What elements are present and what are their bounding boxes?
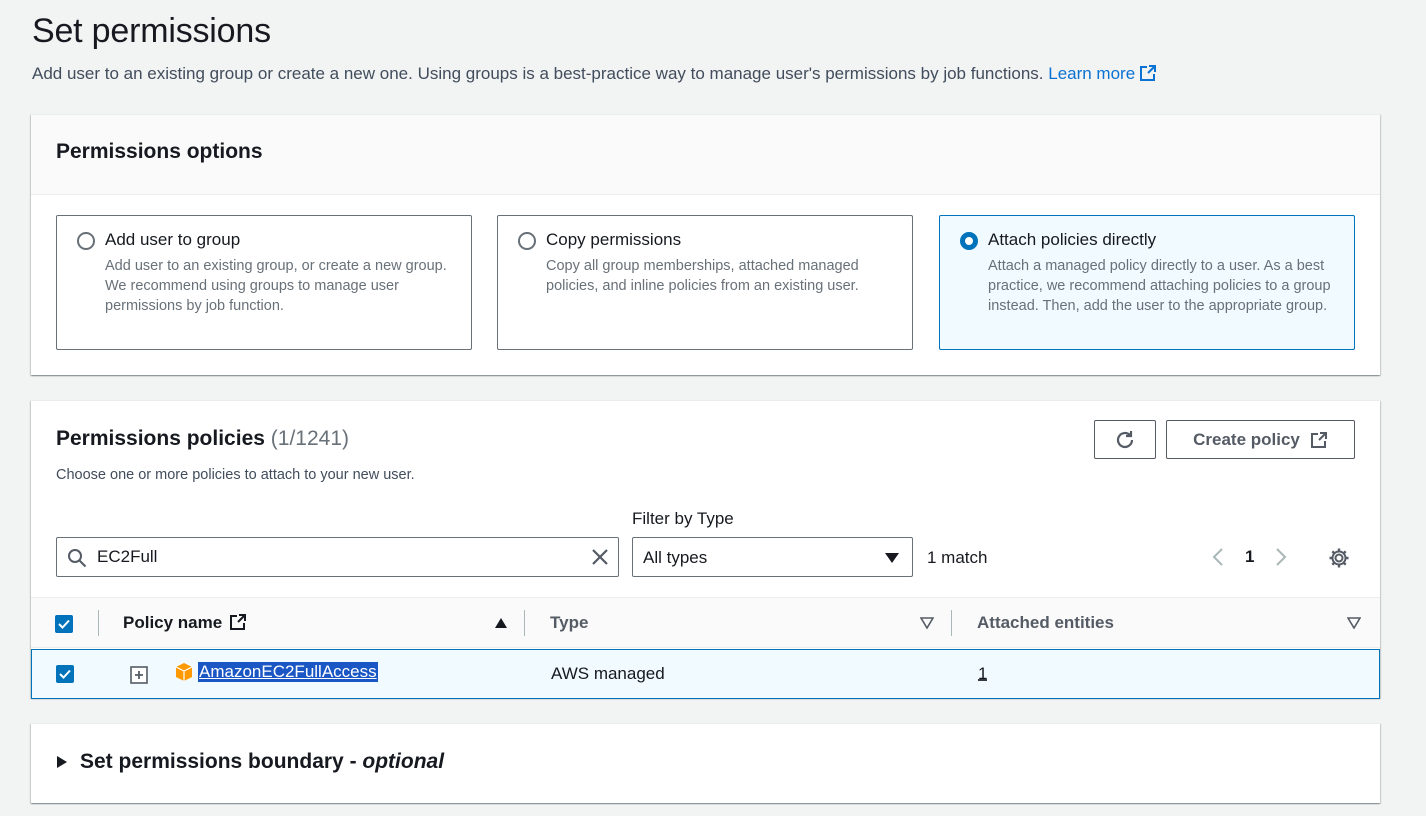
create-policy-label: Create policy: [1193, 429, 1300, 449]
option-add-user-to-group[interactable]: Add user to group Add user to an existin…: [56, 215, 472, 350]
sort-icon[interactable]: [920, 617, 934, 629]
radio-copy-permissions[interactable]: [518, 232, 536, 250]
filter-by-type-label: Filter by Type: [632, 509, 734, 528]
pagination: 1: [1211, 547, 1288, 567]
option-description: Add user to an existing group, or create…: [105, 258, 447, 314]
option-copy-permissions[interactable]: Copy permissions Copy all group membersh…: [497, 215, 913, 350]
permissions-options-panel: Permissions options Add user to group Ad…: [31, 114, 1380, 375]
column-divider: [98, 610, 99, 636]
external-link-icon: [1140, 65, 1157, 81]
page-number[interactable]: 1: [1245, 547, 1254, 567]
sort-icon[interactable]: [1347, 617, 1361, 629]
external-link-icon: [229, 614, 246, 630]
option-label: Copy permissions: [546, 230, 682, 249]
radio-attach-policies-directly[interactable]: [960, 232, 978, 250]
radio-add-user-to-group[interactable]: [77, 232, 95, 250]
policy-table-header: Policy name Type Attached entities: [31, 597, 1380, 648]
permissions-boundary-toggle[interactable]: Set permissions boundary - optional: [56, 750, 444, 774]
permissions-policies-panel: Permissions policies (1/1241) Choose one…: [31, 400, 1380, 699]
column-policy-name[interactable]: Policy name: [123, 613, 247, 633]
option-description: Copy all group memberships, attached man…: [546, 258, 859, 294]
checkbox-checked-icon: [59, 669, 71, 679]
aws-package-icon: [175, 663, 193, 681]
permissions-boundary-title: Set permissions boundary - optional: [80, 750, 444, 774]
policy-name-link[interactable]: AmazonEC2FullAccess: [198, 662, 378, 682]
triangle-right-icon: [57, 756, 67, 768]
create-policy-button[interactable]: Create policy: [1166, 420, 1355, 459]
learn-more-label[interactable]: Learn more: [1048, 64, 1135, 83]
caret-down-icon: [885, 553, 899, 563]
policy-type-cell: AWS managed: [551, 664, 665, 683]
option-label: Attach policies directly: [988, 230, 1157, 249]
permissions-options-header: Permissions options: [31, 115, 1380, 195]
option-attach-policies-directly[interactable]: Attach policies directly Attach a manage…: [939, 215, 1355, 350]
option-description: Attach a managed policy directly to a us…: [988, 258, 1331, 314]
policies-count: (1/1241): [270, 427, 349, 450]
permissions-policies-title: Permissions policies (1/1241): [56, 427, 349, 451]
option-label: Add user to group: [105, 230, 241, 249]
gear-icon[interactable]: [1328, 547, 1350, 569]
column-attached-entities[interactable]: Attached entities: [977, 613, 1114, 633]
policy-search-input[interactable]: [97, 544, 577, 570]
external-link-icon: [1310, 431, 1327, 448]
match-count: 1 match: [927, 548, 988, 567]
column-policy-name-label: Policy name: [123, 613, 223, 632]
expand-icon[interactable]: [130, 666, 148, 684]
column-divider: [524, 610, 525, 636]
permissions-options-title: Permissions options: [56, 140, 263, 163]
refresh-icon: [1116, 430, 1134, 448]
refresh-button[interactable]: [1094, 420, 1156, 459]
attached-entities-link[interactable]: 1: [978, 664, 987, 684]
column-divider: [951, 610, 952, 636]
column-type[interactable]: Type: [550, 613, 588, 633]
chevron-right-icon[interactable]: [1274, 547, 1288, 567]
page-title: Set permissions: [32, 12, 271, 50]
filter-type-select[interactable]: All types: [632, 537, 913, 577]
permissions-boundary-panel: Set permissions boundary - optional: [31, 723, 1380, 803]
select-all-checkbox[interactable]: [55, 615, 73, 633]
page-description-text: Add user to an existing group or create …: [32, 64, 1044, 83]
row-checkbox[interactable]: [56, 665, 74, 683]
sort-asc-icon[interactable]: [494, 617, 508, 629]
boundary-optional-text: optional: [362, 750, 445, 773]
clear-icon[interactable]: [590, 547, 610, 567]
policies-title-text: Permissions policies: [56, 427, 265, 450]
checkbox-checked-icon: [58, 619, 70, 629]
chevron-left-icon[interactable]: [1211, 547, 1225, 567]
learn-more-link[interactable]: Learn more: [1048, 64, 1157, 83]
policies-description: Choose one or more policies to attach to…: [56, 467, 415, 483]
filter-type-value: All types: [643, 548, 708, 567]
page-description: Add user to an existing group or create …: [32, 64, 1157, 84]
boundary-title-text: Set permissions boundary -: [80, 750, 357, 773]
search-icon: [68, 549, 87, 568]
table-row[interactable]: AmazonEC2FullAccess AWS managed 1: [31, 649, 1380, 699]
policy-search-box: [56, 537, 619, 577]
